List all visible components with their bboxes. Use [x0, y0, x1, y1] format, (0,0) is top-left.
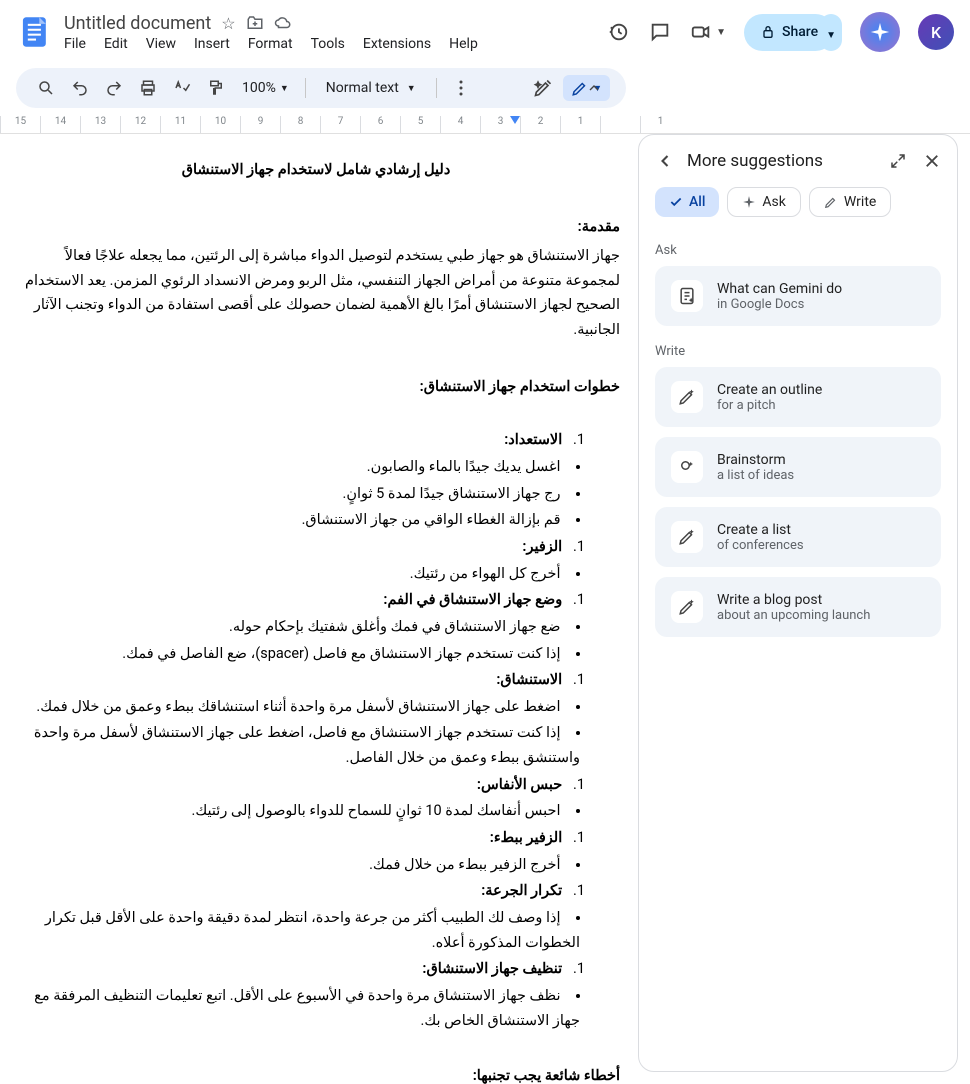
menu-help[interactable]: Help	[449, 36, 478, 52]
search-icon[interactable]	[32, 74, 60, 102]
doc-sparkle-icon	[671, 280, 703, 312]
suggestion-card[interactable]: Write a blog postabout an upcoming launc…	[655, 577, 941, 637]
header: Untitled document ☆ File Edit View Inser…	[0, 0, 970, 64]
pen-icon	[671, 381, 703, 413]
undo-icon[interactable]	[66, 74, 94, 102]
history-icon[interactable]	[606, 20, 630, 44]
account-avatar[interactable]: K	[918, 14, 954, 50]
menu-view[interactable]: View	[146, 36, 176, 52]
paint-format-icon[interactable]	[202, 74, 230, 102]
toolbar: 100% ▼ Normal text▼ ▼	[16, 68, 626, 108]
share-dropdown[interactable]: ▼	[820, 14, 842, 51]
menu-extensions[interactable]: Extensions	[363, 36, 431, 52]
menu-insert[interactable]: Insert	[194, 36, 230, 52]
suggestion-card[interactable]: Create a listof conferences	[655, 507, 941, 567]
comment-icon[interactable]	[648, 20, 672, 44]
gemini-button[interactable]	[860, 12, 900, 52]
panel-title: More suggestions	[687, 151, 877, 171]
share-label: Share	[782, 24, 818, 40]
redo-icon[interactable]	[100, 74, 128, 102]
collapse-toolbar-icon[interactable]	[578, 72, 610, 104]
document-canvas[interactable]: دليل إرشادي شامل لاستخدام جهاز الاستنشاق…	[0, 134, 630, 1084]
write-label: Write	[655, 344, 941, 359]
text-style-selector[interactable]: Normal text▼	[316, 80, 426, 96]
chip-write[interactable]: Write	[809, 187, 891, 217]
menu-tools[interactable]: Tools	[311, 36, 345, 52]
ruler: 1514131211109876543211	[0, 116, 970, 134]
document-title[interactable]: Untitled document	[64, 13, 211, 34]
bulb-icon	[671, 451, 703, 483]
chip-all[interactable]: All	[655, 187, 719, 217]
print-icon[interactable]	[134, 74, 162, 102]
star-icon[interactable]: ☆	[221, 14, 235, 33]
menu-bar: File Edit View Insert Format Tools Exten…	[64, 36, 606, 52]
doc-title: دليل إرشادي شامل لاستخدام جهاز الاستنشاق	[12, 158, 620, 183]
menu-file[interactable]: File	[64, 36, 86, 52]
paragraph: جهاز الاستنشاق هو جهاز طبي يستخدم لتوصيل…	[12, 244, 620, 343]
docs-app-icon[interactable]	[16, 12, 56, 52]
suggestion-card[interactable]: What can Gemini doin Google Docs	[655, 266, 941, 326]
close-icon[interactable]	[923, 152, 941, 170]
menu-format[interactable]: Format	[248, 36, 293, 52]
expand-icon[interactable]	[889, 152, 907, 170]
pen-icon	[671, 521, 703, 553]
gemini-pen-icon[interactable]	[529, 74, 557, 102]
section-heading: أخطاء شائعة يجب تجنبها:	[12, 1064, 620, 1084]
spellcheck-icon[interactable]	[168, 74, 196, 102]
cloud-status-icon[interactable]	[274, 14, 292, 32]
chip-ask[interactable]: Ask	[727, 187, 800, 217]
section-heading: مقدمة:	[12, 215, 620, 240]
menu-edit[interactable]: Edit	[104, 36, 128, 52]
ask-label: Ask	[655, 243, 941, 258]
section-heading: خطوات استخدام جهاز الاستنشاق:	[12, 375, 620, 400]
zoom-selector[interactable]: 100% ▼	[236, 80, 295, 96]
gemini-side-panel: More suggestions All Ask Write Ask What …	[638, 134, 958, 1072]
suggestion-card[interactable]: Create an outlinefor a pitch	[655, 367, 941, 427]
suggestion-card[interactable]: Brainstorma list of ideas	[655, 437, 941, 497]
pen-icon	[671, 591, 703, 623]
more-tools-icon[interactable]	[447, 74, 475, 102]
meet-button[interactable]: ▼	[690, 21, 726, 43]
move-icon[interactable]	[246, 14, 264, 32]
back-icon[interactable]	[655, 151, 675, 171]
